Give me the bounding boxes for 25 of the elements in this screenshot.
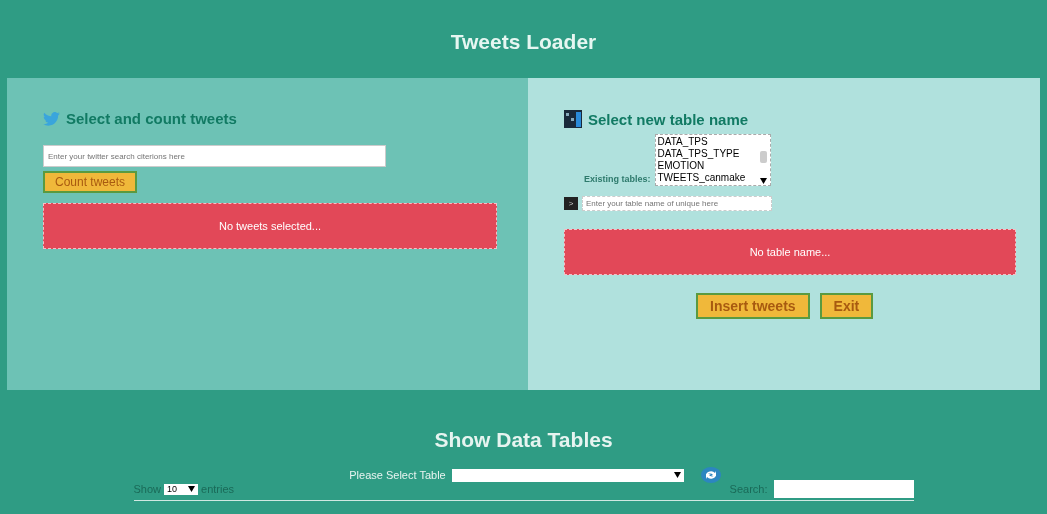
table-name-field[interactable]: Enter your table name of unique here bbox=[582, 196, 772, 211]
error-message: No tweets selected... bbox=[43, 203, 497, 249]
caret-icon bbox=[673, 472, 681, 478]
search-field[interactable] bbox=[773, 480, 914, 498]
table-dropdown[interactable] bbox=[451, 468, 684, 482]
list-option[interactable]: DATA_TPS_TYPE bbox=[657, 148, 746, 160]
bird-icon bbox=[43, 111, 60, 126]
prompt-label: > bbox=[564, 197, 578, 210]
list-option[interactable]: TWEETS_canmake bbox=[657, 172, 746, 184]
field-label: Please Select Table bbox=[349, 469, 446, 481]
list-option[interactable]: EMOTION bbox=[657, 160, 746, 172]
page-size-dropdown[interactable]: 10 bbox=[164, 483, 199, 495]
field-label: Existing tables: bbox=[584, 174, 651, 184]
refresh-icon[interactable] bbox=[699, 466, 722, 484]
list-option[interactable]: DATA_TPS bbox=[657, 136, 746, 148]
section-title: Select new table name bbox=[588, 110, 749, 128]
error-message: No table name... bbox=[564, 229, 1016, 275]
section-title: Select and count tweets bbox=[66, 110, 237, 127]
search-field[interactable]: Enter your twitter search citerions here bbox=[43, 145, 386, 167]
page-title: Tweets Loader bbox=[450, 30, 597, 54]
section-title: Show Data Tables bbox=[434, 428, 613, 452]
caret-icon bbox=[759, 178, 767, 184]
grid-icon bbox=[564, 110, 582, 128]
caret-icon bbox=[188, 486, 196, 492]
tables-listbox[interactable]: DATA_TPS DATA_TPS_TYPE EMOTION TWEETS_canmake bbox=[654, 134, 771, 186]
